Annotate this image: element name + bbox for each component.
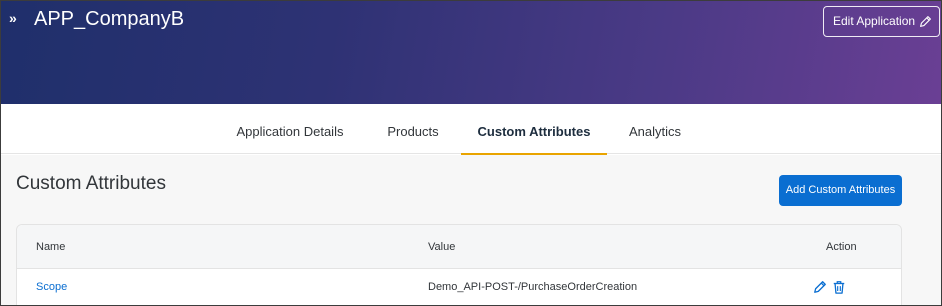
- app-header: » APP_CompanyB Edit Application: [1, 1, 941, 104]
- app-window: » APP_CompanyB Edit Application Applicat…: [0, 0, 942, 306]
- edit-application-label: Edit Application: [833, 14, 916, 28]
- app-title: APP_CompanyB: [34, 8, 185, 30]
- tab-custom-attributes[interactable]: Custom Attributes: [461, 104, 607, 156]
- attribute-name-link[interactable]: Scope: [36, 269, 67, 305]
- main-content: Custom Attributes Add Custom Attributes …: [1, 155, 941, 305]
- pencil-icon: [920, 16, 931, 27]
- tab-application-details[interactable]: Application Details: [226, 104, 354, 154]
- section-title: Custom Attributes: [16, 173, 166, 194]
- expand-nav-icon[interactable]: »: [9, 9, 23, 27]
- add-custom-attributes-button[interactable]: Add Custom Attributes: [779, 175, 902, 206]
- tab-analytics[interactable]: Analytics: [621, 104, 689, 154]
- table-header: Name Value Action: [17, 225, 901, 269]
- edit-icon[interactable]: [813, 280, 827, 294]
- custom-attributes-table: Name Value Action Scope Demo_API-POST-/P…: [16, 224, 902, 305]
- tab-bar: Application Details Products Custom Attr…: [1, 104, 941, 156]
- tab-products[interactable]: Products: [377, 104, 449, 154]
- delete-icon[interactable]: [832, 280, 846, 294]
- table-row: Scope Demo_API-POST-/PurchaseOrderCreati…: [17, 269, 901, 305]
- column-header-action: Action: [826, 241, 857, 253]
- column-header-value: Value: [428, 241, 456, 253]
- column-header-name: Name: [36, 241, 66, 253]
- edit-application-button[interactable]: Edit Application: [823, 6, 940, 37]
- attribute-value: Demo_API-POST-/PurchaseOrderCreation: [428, 281, 638, 293]
